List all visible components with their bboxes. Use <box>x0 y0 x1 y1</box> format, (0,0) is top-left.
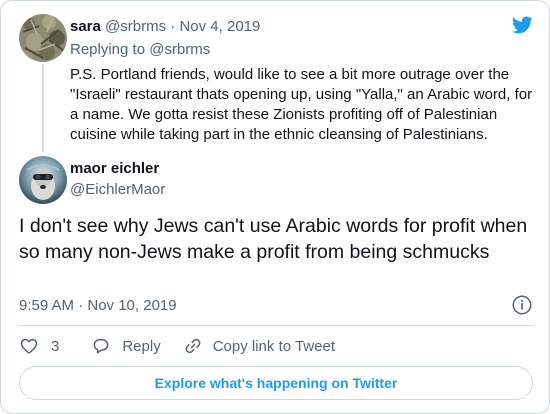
parent-separator: · <box>170 18 176 35</box>
reply-button[interactable]: Reply <box>91 336 161 356</box>
parent-tweet-text: P.S. Portland friends, would like to see… <box>70 66 533 143</box>
embedded-tweet-card: sara @srbrms · Nov 4, 2019 Replying to @… <box>0 0 550 414</box>
reply-label: Reply <box>122 337 161 355</box>
tweet-actions: 3 Reply Copy link to Tweet <box>19 334 357 358</box>
like-count: 3 <box>51 337 60 355</box>
heart-icon <box>20 338 38 354</box>
copy-link-button[interactable]: Copy link to Tweet <box>183 336 335 356</box>
avatar-maor[interactable] <box>19 156 67 204</box>
parent-author-name[interactable]: sara <box>70 18 101 35</box>
explore-twitter-button[interactable]: Explore what's happening on Twitter <box>19 366 533 400</box>
reply-icon <box>93 339 109 354</box>
parent-author-handle[interactable]: @srbrms <box>105 18 166 35</box>
twitter-bird-icon[interactable] <box>510 14 534 36</box>
replying-to-label[interactable]: Replying to @srbrms <box>70 41 210 58</box>
link-icon <box>185 338 201 354</box>
divider <box>19 325 533 326</box>
avatar-sara[interactable] <box>19 14 67 62</box>
info-icon[interactable] <box>511 294 533 316</box>
reply-thread-line <box>42 64 44 152</box>
tweet-text: I don't see why Jews can't use Arabic wo… <box>19 215 528 263</box>
avatar-maor-image <box>19 156 67 204</box>
like-button[interactable]: 3 <box>19 336 59 356</box>
avatar-sara-image <box>19 14 67 62</box>
tweet-timestamp[interactable]: 9:59 AM · Nov 10, 2019 <box>19 297 177 314</box>
author-name[interactable]: maor eichler <box>70 160 159 177</box>
parent-date[interactable]: Nov 4, 2019 <box>179 18 260 35</box>
copy-link-label: Copy link to Tweet <box>212 337 335 355</box>
parent-tweet-header: sara @srbrms · Nov 4, 2019 <box>70 18 260 35</box>
author-handle[interactable]: @EichlerMaor <box>70 181 165 198</box>
